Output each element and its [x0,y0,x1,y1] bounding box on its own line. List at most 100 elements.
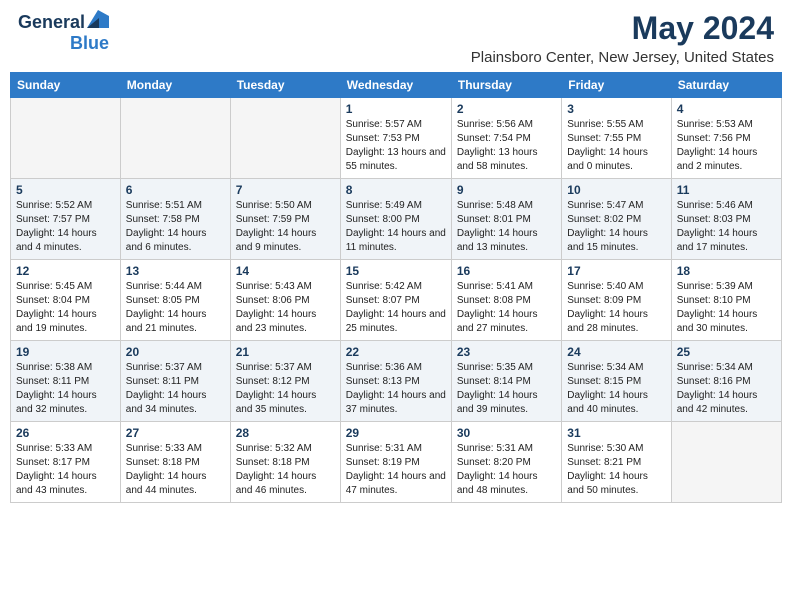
table-row [671,422,781,503]
day-number: 5 [16,183,115,197]
day-number: 18 [677,264,776,278]
table-row: 6 Sunrise: 5:51 AM Sunset: 7:58 PM Dayli… [120,179,230,260]
day-info: Sunrise: 5:33 AM Sunset: 8:18 PM Dayligh… [126,442,225,498]
day-info: Sunrise: 5:33 AM Sunset: 8:17 PM Dayligh… [16,442,115,498]
day-info: Sunrise: 5:35 AM Sunset: 8:14 PM Dayligh… [457,361,556,417]
table-row: 28 Sunrise: 5:32 AM Sunset: 8:18 PM Dayl… [230,422,340,503]
table-row [120,98,230,179]
calendar-table: Sunday Monday Tuesday Wednesday Thursday… [10,72,782,503]
day-number: 17 [567,264,665,278]
col-friday: Friday [562,73,671,98]
table-row: 10 Sunrise: 5:47 AM Sunset: 8:02 PM Dayl… [562,179,671,260]
table-row: 15 Sunrise: 5:42 AM Sunset: 8:07 PM Dayl… [340,260,451,341]
logo-blue: Blue [70,33,109,54]
day-info: Sunrise: 5:49 AM Sunset: 8:00 PM Dayligh… [346,199,446,255]
day-info: Sunrise: 5:32 AM Sunset: 8:18 PM Dayligh… [236,442,335,498]
day-info: Sunrise: 5:52 AM Sunset: 7:57 PM Dayligh… [16,199,115,255]
day-info: Sunrise: 5:56 AM Sunset: 7:54 PM Dayligh… [457,118,556,174]
table-row: 30 Sunrise: 5:31 AM Sunset: 8:20 PM Dayl… [451,422,561,503]
day-info: Sunrise: 5:34 AM Sunset: 8:15 PM Dayligh… [567,361,665,417]
col-thursday: Thursday [451,73,561,98]
table-row: 9 Sunrise: 5:48 AM Sunset: 8:01 PM Dayli… [451,179,561,260]
calendar-wrapper: Sunday Monday Tuesday Wednesday Thursday… [0,72,792,511]
day-info: Sunrise: 5:53 AM Sunset: 7:56 PM Dayligh… [677,118,776,174]
table-row: 8 Sunrise: 5:49 AM Sunset: 8:00 PM Dayli… [340,179,451,260]
table-row [230,98,340,179]
day-number: 11 [677,183,776,197]
day-number: 12 [16,264,115,278]
table-row: 29 Sunrise: 5:31 AM Sunset: 8:19 PM Dayl… [340,422,451,503]
table-row: 5 Sunrise: 5:52 AM Sunset: 7:57 PM Dayli… [11,179,121,260]
day-info: Sunrise: 5:31 AM Sunset: 8:20 PM Dayligh… [457,442,556,498]
day-info: Sunrise: 5:42 AM Sunset: 8:07 PM Dayligh… [346,280,446,336]
day-info: Sunrise: 5:50 AM Sunset: 7:59 PM Dayligh… [236,199,335,255]
day-info: Sunrise: 5:55 AM Sunset: 7:55 PM Dayligh… [567,118,665,174]
day-info: Sunrise: 5:37 AM Sunset: 8:11 PM Dayligh… [126,361,225,417]
table-row: 11 Sunrise: 5:46 AM Sunset: 8:03 PM Dayl… [671,179,781,260]
page-header: General Blue May 2024 Plainsboro Center,… [0,0,792,72]
day-info: Sunrise: 5:45 AM Sunset: 8:04 PM Dayligh… [16,280,115,336]
day-info: Sunrise: 5:36 AM Sunset: 8:13 PM Dayligh… [346,361,446,417]
day-number: 8 [346,183,446,197]
day-number: 14 [236,264,335,278]
day-info: Sunrise: 5:46 AM Sunset: 8:03 PM Dayligh… [677,199,776,255]
table-row: 31 Sunrise: 5:30 AM Sunset: 8:21 PM Dayl… [562,422,671,503]
table-row: 18 Sunrise: 5:39 AM Sunset: 8:10 PM Dayl… [671,260,781,341]
table-row: 26 Sunrise: 5:33 AM Sunset: 8:17 PM Dayl… [11,422,121,503]
day-number: 22 [346,345,446,359]
day-number: 4 [677,102,776,116]
table-row: 20 Sunrise: 5:37 AM Sunset: 8:11 PM Dayl… [120,341,230,422]
day-number: 1 [346,102,446,116]
day-number: 7 [236,183,335,197]
day-number: 25 [677,345,776,359]
day-number: 21 [236,345,335,359]
day-info: Sunrise: 5:57 AM Sunset: 7:53 PM Dayligh… [346,118,446,174]
table-row: 21 Sunrise: 5:37 AM Sunset: 8:12 PM Dayl… [230,341,340,422]
day-info: Sunrise: 5:34 AM Sunset: 8:16 PM Dayligh… [677,361,776,417]
day-number: 27 [126,426,225,440]
day-info: Sunrise: 5:48 AM Sunset: 8:01 PM Dayligh… [457,199,556,255]
col-tuesday: Tuesday [230,73,340,98]
col-monday: Monday [120,73,230,98]
logo: General Blue [18,10,109,54]
day-info: Sunrise: 5:38 AM Sunset: 8:11 PM Dayligh… [16,361,115,417]
day-number: 20 [126,345,225,359]
col-sunday: Sunday [11,73,121,98]
day-info: Sunrise: 5:37 AM Sunset: 8:12 PM Dayligh… [236,361,335,417]
day-number: 16 [457,264,556,278]
table-row: 22 Sunrise: 5:36 AM Sunset: 8:13 PM Dayl… [340,341,451,422]
day-info: Sunrise: 5:47 AM Sunset: 8:02 PM Dayligh… [567,199,665,255]
day-info: Sunrise: 5:39 AM Sunset: 8:10 PM Dayligh… [677,280,776,336]
day-number: 31 [567,426,665,440]
table-row [11,98,121,179]
day-number: 10 [567,183,665,197]
calendar-body: 1 Sunrise: 5:57 AM Sunset: 7:53 PM Dayli… [11,98,782,503]
calendar-header: Sunday Monday Tuesday Wednesday Thursday… [11,73,782,98]
day-number: 2 [457,102,556,116]
table-row: 27 Sunrise: 5:33 AM Sunset: 8:18 PM Dayl… [120,422,230,503]
table-row: 2 Sunrise: 5:56 AM Sunset: 7:54 PM Dayli… [451,98,561,179]
main-title: May 2024 [471,10,774,47]
day-info: Sunrise: 5:43 AM Sunset: 8:06 PM Dayligh… [236,280,335,336]
day-number: 3 [567,102,665,116]
table-row: 17 Sunrise: 5:40 AM Sunset: 8:09 PM Dayl… [562,260,671,341]
day-info: Sunrise: 5:44 AM Sunset: 8:05 PM Dayligh… [126,280,225,336]
table-row: 13 Sunrise: 5:44 AM Sunset: 8:05 PM Dayl… [120,260,230,341]
day-number: 26 [16,426,115,440]
table-row: 1 Sunrise: 5:57 AM Sunset: 7:53 PM Dayli… [340,98,451,179]
logo-general: General [18,12,85,33]
table-row: 12 Sunrise: 5:45 AM Sunset: 8:04 PM Dayl… [11,260,121,341]
table-row: 19 Sunrise: 5:38 AM Sunset: 8:11 PM Dayl… [11,341,121,422]
subtitle: Plainsboro Center, New Jersey, United St… [471,49,774,66]
table-row: 16 Sunrise: 5:41 AM Sunset: 8:08 PM Dayl… [451,260,561,341]
table-row: 24 Sunrise: 5:34 AM Sunset: 8:15 PM Dayl… [562,341,671,422]
day-info: Sunrise: 5:31 AM Sunset: 8:19 PM Dayligh… [346,442,446,498]
col-saturday: Saturday [671,73,781,98]
day-number: 24 [567,345,665,359]
table-row: 25 Sunrise: 5:34 AM Sunset: 8:16 PM Dayl… [671,341,781,422]
day-info: Sunrise: 5:51 AM Sunset: 7:58 PM Dayligh… [126,199,225,255]
table-row: 14 Sunrise: 5:43 AM Sunset: 8:06 PM Dayl… [230,260,340,341]
day-number: 23 [457,345,556,359]
day-number: 13 [126,264,225,278]
day-info: Sunrise: 5:30 AM Sunset: 8:21 PM Dayligh… [567,442,665,498]
